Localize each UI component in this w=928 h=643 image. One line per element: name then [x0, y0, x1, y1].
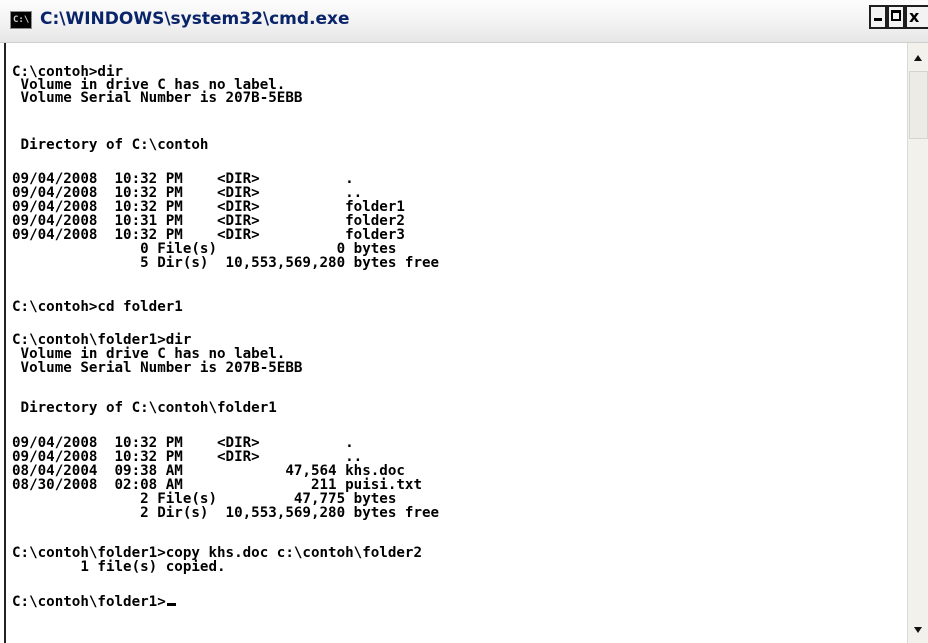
scroll-down-arrow-icon	[914, 627, 922, 633]
console-line: Directory of C:\contoh\folder1	[12, 400, 277, 416]
title-bar[interactable]: C:\ C:\WINDOWS\system32\cmd.exe x	[0, 0, 928, 43]
console-line: 1 file(s) copied.	[12, 559, 226, 575]
console-line: 2 Dir(s) 10,553,569,280 bytes free	[12, 505, 440, 521]
console-output[interactable]: C:\contoh>dir Volume in drive C has no l…	[4, 43, 907, 643]
close-icon: x	[909, 7, 920, 26]
window-title: C:\WINDOWS\system32\cmd.exe	[40, 9, 350, 29]
scroll-up-arrow-icon	[914, 55, 922, 61]
console-line: Volume Serial Number is 207B-5EBB	[12, 360, 303, 376]
minimize-button[interactable]	[869, 5, 887, 29]
maximize-button[interactable]	[887, 5, 905, 29]
console-line: C:\contoh>cd folder1	[12, 299, 183, 315]
console-line: 5 Dir(s) 10,553,569,280 bytes free	[12, 255, 440, 271]
console-prompt-line[interactable]: C:\contoh\folder1>	[12, 595, 176, 610]
console-line: Directory of C:\contoh	[12, 137, 209, 153]
cmd-window-icon[interactable]: C:\	[10, 11, 32, 29]
scrollbar-thumb[interactable]	[909, 71, 928, 139]
maximize-icon	[891, 10, 901, 21]
scroll-down-button[interactable]	[908, 620, 928, 640]
text-cursor	[166, 603, 176, 606]
console-prompt: C:\contoh\folder1>	[12, 594, 166, 610]
vertical-scrollbar[interactable]	[907, 43, 928, 643]
cmd-window: C:\ C:\WINDOWS\system32\cmd.exe x C:\con…	[0, 0, 928, 643]
scroll-up-button[interactable]	[908, 49, 928, 69]
console-line: Volume Serial Number is 207B-5EBB	[12, 90, 303, 106]
close-button[interactable]: x	[905, 5, 928, 29]
minimize-icon	[874, 18, 882, 21]
